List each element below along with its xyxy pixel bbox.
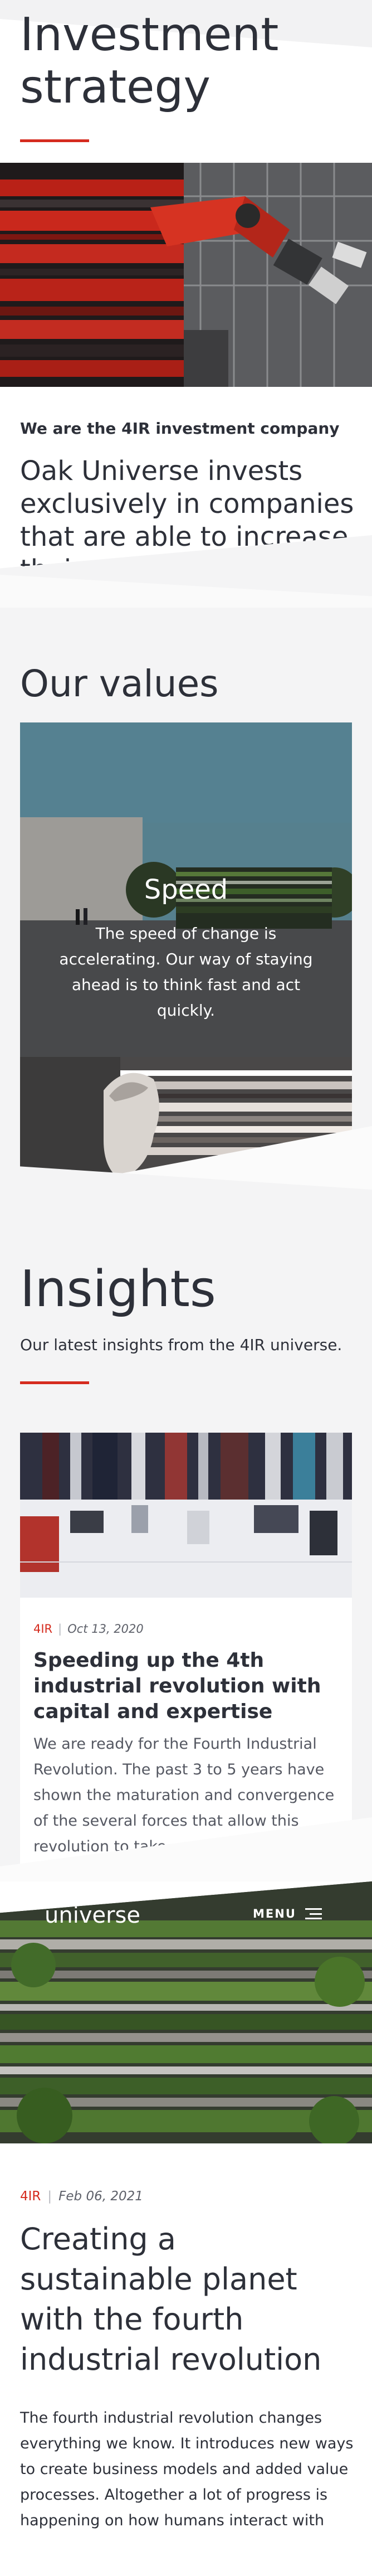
article-meta: 4IR | Feb 06, 2021 xyxy=(20,2189,143,2204)
vertical-garden-hero-image: universe MENU xyxy=(0,1881,372,2143)
article-section: universe MENU 4IR | Feb 06, 2021 Creating … xyxy=(0,1881,372,2576)
article-date: Feb 06, 2021 xyxy=(58,2189,143,2204)
value-card-speed[interactable]: Speed The speed of change is acceleratin… xyxy=(20,722,352,1057)
insight-category-tag[interactable]: 4IR xyxy=(33,1622,52,1636)
robot-arm-hero-image xyxy=(0,163,372,387)
meta-separator: | xyxy=(47,2189,52,2204)
article-title: Creating a sustainable planet with the f… xyxy=(20,2221,322,2377)
insights-heading: Insights xyxy=(20,1260,216,1318)
insight-card-image xyxy=(20,1433,352,1598)
insights-subtitle: Our latest insights from the 4IR univers… xyxy=(20,1336,342,1354)
values-section: Our values Speed The speed of change is … xyxy=(0,608,372,1226)
company-kicker: We are the 4IR investment company xyxy=(20,419,340,438)
hamburger-icon xyxy=(305,1908,322,1919)
article-category-tag[interactable]: 4IR xyxy=(20,2189,41,2204)
insights-accent-rule xyxy=(20,1381,89,1384)
title-accent-rule xyxy=(20,139,89,142)
page-title: Investment strategy xyxy=(20,8,279,114)
menu-button[interactable]: MENU xyxy=(253,1907,322,1920)
meta-separator: | xyxy=(58,1622,62,1636)
insight-card[interactable]: 4IR | Oct 13, 2020 Speeding up the 4th ind… xyxy=(20,1433,352,1881)
insight-card-meta: 4IR | Oct 13, 2020 xyxy=(33,1622,144,1636)
value-card-text: The speed of change is accelerating. Our… xyxy=(59,924,313,1020)
brand-logo[interactable]: universe xyxy=(45,1903,140,1928)
article-body: The fourth industrial revolution changes… xyxy=(20,2409,354,2529)
menu-label: MENU xyxy=(253,1907,296,1920)
values-heading: Our values xyxy=(20,662,219,705)
strategy-section: Investment strategy We are the 4IR inves… xyxy=(0,0,372,608)
insights-section: Insights Our latest insights from the 4I… xyxy=(0,1226,372,1881)
value-card-title: Speed xyxy=(144,874,228,905)
insight-date: Oct 13, 2020 xyxy=(67,1622,144,1636)
insight-card-title[interactable]: Speeding up the 4th industrial revolutio… xyxy=(33,1648,341,1725)
